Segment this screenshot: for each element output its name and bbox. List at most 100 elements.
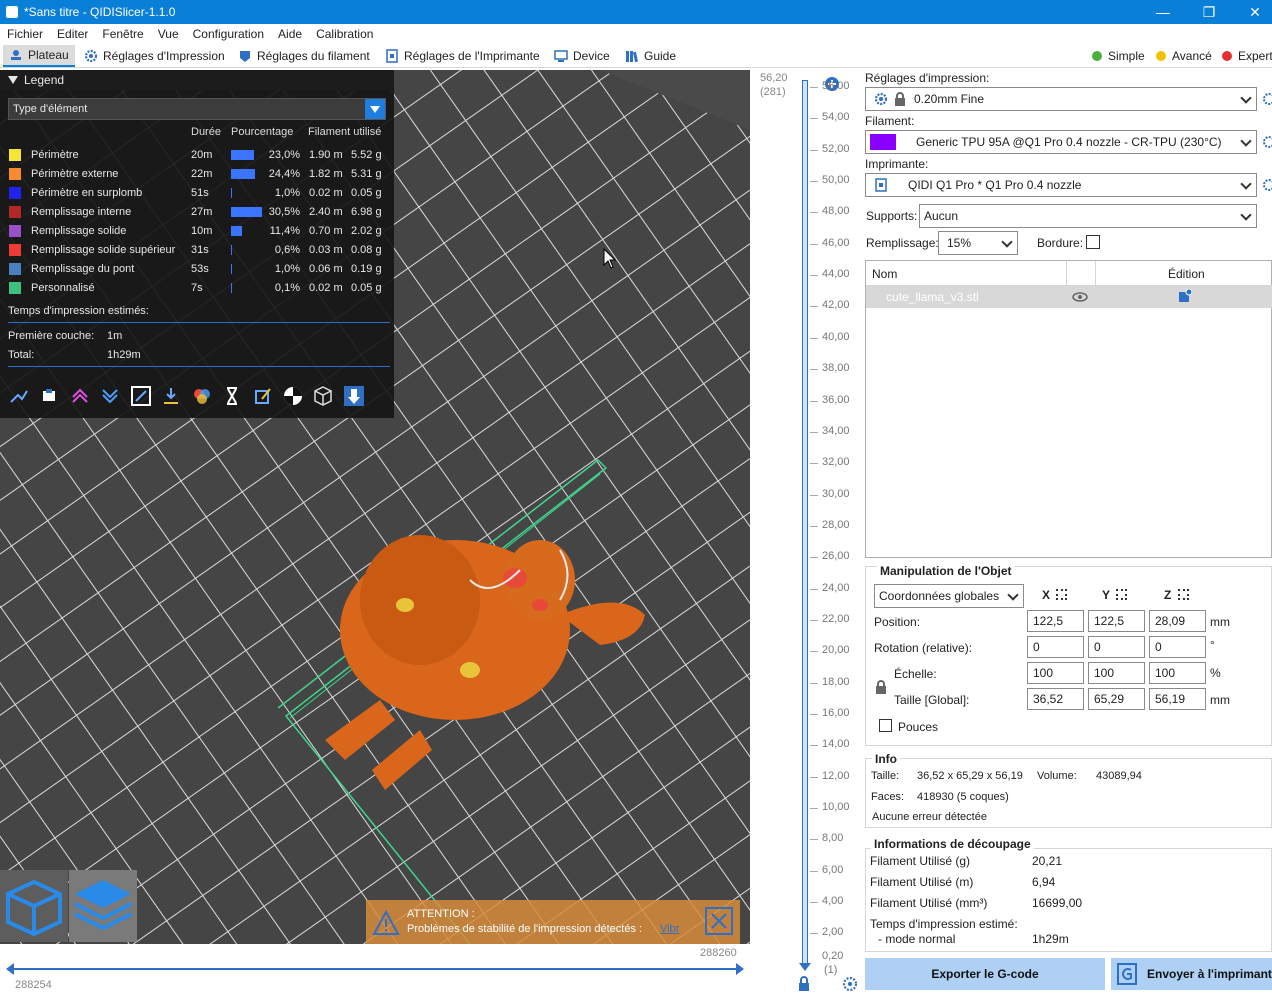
- size-z-input[interactable]: 56,19: [1149, 688, 1206, 710]
- 3d-view-button[interactable]: [0, 870, 68, 942]
- retractions-icon[interactable]: [69, 385, 91, 407]
- size-x-input[interactable]: 36,52: [1027, 688, 1084, 710]
- preview-layers-button[interactable]: [69, 870, 137, 942]
- printer-select[interactable]: QIDI Q1 Pro * Q1 Pro 0.4 nozzle: [865, 173, 1257, 197]
- axis-x-drop-icon[interactable]: [1056, 589, 1067, 600]
- tab-printer-settings[interactable]: Réglages de l'Imprimante: [379, 45, 546, 67]
- rotation-y-input[interactable]: 0: [1088, 636, 1145, 658]
- tab-plateau[interactable]: Plateau: [3, 45, 75, 67]
- gear-icon: [874, 92, 888, 106]
- close-notification-icon[interactable]: [704, 906, 734, 936]
- minimize-button[interactable]: —: [1140, 0, 1186, 24]
- inches-label: Pouces: [898, 720, 939, 734]
- mode-simple[interactable]: Simple: [1092, 45, 1145, 67]
- warning-link[interactable]: Vibr: [660, 923, 679, 935]
- wipe-icon[interactable]: [38, 385, 60, 407]
- axis-z-drop-icon[interactable]: [1178, 589, 1189, 600]
- scale-x-input[interactable]: 100: [1027, 662, 1084, 684]
- vslider-tick-label: 10,00: [822, 801, 850, 814]
- legend-color-swatch: [9, 244, 21, 256]
- tab-device[interactable]: Device: [548, 45, 616, 67]
- legend-item-name: Périmètre en surplomb: [31, 187, 143, 199]
- vslider-bottom-layer: (1): [824, 964, 838, 976]
- scale-y-input[interactable]: 100: [1088, 662, 1145, 684]
- legend-item-percent: 30,5%: [268, 206, 300, 218]
- supports-select[interactable]: Aucun: [919, 204, 1257, 228]
- chevron-down-icon: [1240, 209, 1252, 221]
- inches-checkbox[interactable]: [879, 719, 892, 732]
- deretractions-icon[interactable]: [99, 385, 121, 407]
- object-row[interactable]: cute_llama_v3.stl: [866, 286, 1272, 308]
- legend-item-weight: 0.05 g: [351, 187, 382, 199]
- vertical-slider-track[interactable]: [802, 80, 808, 966]
- legend-separator: [8, 366, 390, 367]
- send-to-printer-label: Envoyer à l'imprimante: [1147, 967, 1272, 981]
- seams-icon[interactable]: [130, 385, 152, 407]
- vslider-tick-mark: [810, 870, 818, 872]
- slice-row-value: 20,21: [1032, 854, 1063, 868]
- export-gcode-button[interactable]: Exporter le G-code: [865, 958, 1105, 990]
- vslider-tick-mark: [810, 682, 818, 684]
- send-to-printer-button[interactable]: Envoyer à l'imprimante: [1111, 958, 1272, 990]
- mode-label: Simple: [1108, 49, 1145, 63]
- tool-marker-icon[interactable]: [343, 385, 365, 407]
- menu-configuration[interactable]: Configuration: [186, 27, 271, 41]
- tool-changes-icon[interactable]: [160, 385, 182, 407]
- tab-guide[interactable]: Guide: [619, 45, 682, 67]
- print-settings-select[interactable]: 0.20mm Fine: [865, 87, 1257, 111]
- mode-expert[interactable]: Expert: [1222, 45, 1272, 67]
- filament-select[interactable]: Generic TPU 95A @Q1 Pro 0.4 nozzle - CR-…: [865, 130, 1257, 154]
- tab-filament-settings[interactable]: Réglages du filament: [232, 45, 376, 67]
- position-x-input[interactable]: 122,5: [1027, 610, 1084, 632]
- filament-color-swatch[interactable]: [870, 134, 896, 150]
- menu-fenetre[interactable]: Fenêtre: [95, 27, 150, 41]
- rotation-x-input[interactable]: 0: [1027, 636, 1084, 658]
- rotation-z-input[interactable]: 0: [1149, 636, 1206, 658]
- col-name[interactable]: Nom: [872, 267, 897, 281]
- close-button[interactable]: ✕: [1232, 0, 1272, 24]
- printer-gear-icon[interactable]: [1260, 178, 1272, 192]
- horizontal-slider[interactable]: [6, 962, 744, 976]
- menu-calibration[interactable]: Calibration: [309, 27, 380, 41]
- menu-editer[interactable]: Editer: [50, 27, 95, 41]
- shells-icon[interactable]: [312, 385, 334, 407]
- menu-fichier[interactable]: Fichier: [0, 27, 50, 41]
- position-y-input[interactable]: 122,5: [1088, 610, 1145, 632]
- menu-vue[interactable]: Vue: [151, 27, 186, 41]
- travel-icon[interactable]: [8, 385, 30, 407]
- menu-aide[interactable]: Aide: [271, 27, 309, 41]
- size-y-input[interactable]: 65,29: [1088, 688, 1145, 710]
- print-settings-value: 0.20mm Fine: [914, 92, 985, 106]
- center-of-gravity-icon[interactable]: [282, 385, 304, 407]
- position-z-input[interactable]: 28,09: [1149, 610, 1206, 632]
- scale-label: Échelle:: [894, 667, 937, 681]
- eye-icon[interactable]: [1072, 291, 1088, 303]
- legend-color-swatch: [9, 206, 21, 218]
- legend-item-weight: 2.02 g: [351, 225, 382, 237]
- vslider-tick-mark: [810, 588, 818, 590]
- feature-type-select[interactable]: Type d'élément: [8, 98, 386, 120]
- color-changes-icon[interactable]: [191, 385, 213, 407]
- filament-gear-icon[interactable]: [1260, 135, 1272, 149]
- lock-icon[interactable]: [798, 976, 810, 992]
- legend-item-time: 10m: [191, 225, 213, 237]
- edit-settings-icon[interactable]: [1178, 289, 1192, 303]
- pause-prints-icon[interactable]: [221, 385, 243, 407]
- cog-icon[interactable]: [842, 976, 858, 992]
- tab-label: Device: [573, 49, 610, 63]
- infill-select[interactable]: 15%: [938, 231, 1018, 255]
- custom-gcodes-icon[interactable]: [252, 385, 274, 407]
- tab-print-settings[interactable]: Réglages d'Impression: [78, 45, 231, 67]
- coord-system-select[interactable]: Coordonnées globales: [874, 584, 1024, 608]
- print-settings-label: Réglages d'impression:: [865, 71, 990, 85]
- axis-y-drop-icon[interactable]: [1116, 589, 1127, 600]
- print-settings-gear-icon[interactable]: [1260, 92, 1272, 106]
- mode-advanced[interactable]: Avancé: [1156, 45, 1212, 67]
- col-edit[interactable]: Édition: [1168, 267, 1205, 281]
- scale-z-input[interactable]: 100: [1149, 662, 1206, 684]
- normal-mode-label: - mode normal: [878, 932, 956, 946]
- legend-header[interactable]: Legend: [0, 70, 394, 90]
- brim-checkbox[interactable]: [1086, 235, 1100, 249]
- maximize-button[interactable]: ❐: [1186, 0, 1232, 24]
- scale-lock-icon[interactable]: [875, 680, 887, 694]
